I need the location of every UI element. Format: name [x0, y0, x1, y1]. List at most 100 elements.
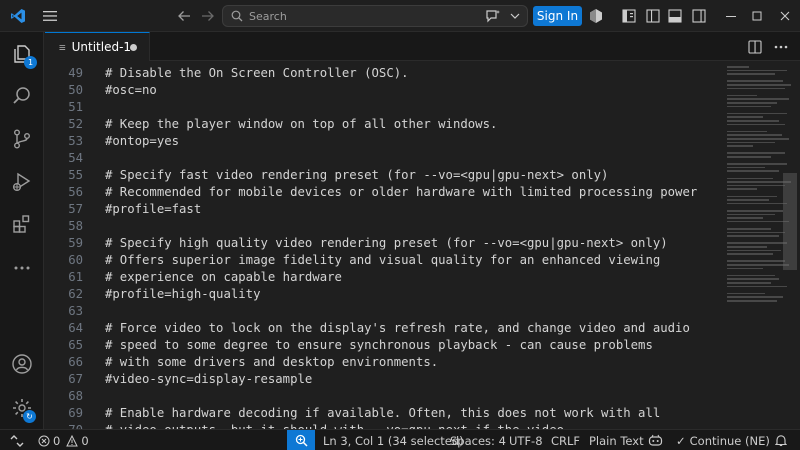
line-ending-status[interactable]: CRLF: [551, 430, 580, 450]
code-line[interactable]: 64 # Force video to lock on the display's…: [45, 320, 717, 337]
code-line[interactable]: 70 # video outputs, but it should with --…: [45, 422, 717, 429]
chevron-down-icon[interactable]: [506, 0, 524, 32]
line-number: 53: [68, 134, 83, 148]
code-line[interactable]: 69 # Enable hardware decoding if availabl…: [45, 405, 717, 422]
explorer-icon[interactable]: 1: [0, 34, 44, 74]
minimap-line: [727, 166, 765, 169]
code-line[interactable]: 52 # Keep the player window on top of all…: [45, 116, 717, 133]
line-text[interactable]: # speed to some degree to ensure synchro…: [105, 337, 653, 354]
line-text[interactable]: # Offers superior image fidelity and vis…: [105, 252, 660, 269]
line-number: 62: [68, 287, 83, 301]
code-line[interactable]: 54: [45, 150, 717, 167]
split-editor-icon[interactable]: [743, 32, 767, 61]
minimap-line: [727, 235, 779, 237]
extensions-icon[interactable]: [0, 204, 44, 244]
minimap-line: [727, 130, 767, 133]
menu-icon[interactable]: [36, 0, 64, 32]
continue-status[interactable]: ✓ Continue (NE): [676, 430, 770, 450]
minimap[interactable]: [717, 62, 800, 429]
sign-in-button[interactable]: Sign In: [533, 6, 582, 26]
zoom-magnifier-icon[interactable]: [287, 430, 315, 450]
chat-icon[interactable]: [482, 0, 504, 32]
code-line[interactable]: 55 # Specify fast video rendering preset …: [45, 167, 717, 184]
line-text[interactable]: # Disable the On Screen Controller (OSC)…: [105, 65, 409, 82]
copilot-status-icon[interactable]: [648, 430, 663, 450]
code-line[interactable]: 50 #osc=no: [45, 82, 717, 99]
line-number: 70: [45, 422, 83, 429]
code-line[interactable]: 57 #profile=fast: [45, 201, 717, 218]
accounts-icon[interactable]: [0, 344, 44, 384]
code-line[interactable]: 56 # Recommended for mobile devices or ol…: [45, 184, 717, 201]
minimap-line: [727, 296, 783, 298]
line-text[interactable]: # experience on capable hardware: [105, 269, 342, 286]
line-text[interactable]: # Keep the player window on top of all o…: [105, 116, 497, 133]
line-text[interactable]: # video outputs, but it should with --vo…: [105, 422, 564, 429]
remote-indicator-icon[interactable]: [0, 430, 34, 450]
line-number: 61: [68, 270, 83, 284]
more-actions-icon[interactable]: [769, 32, 793, 61]
code-line[interactable]: 53 #ontop=yes: [45, 133, 717, 150]
line-number: 69: [68, 406, 83, 420]
toggle-primary-sidebar-icon[interactable]: [642, 0, 664, 32]
encoding-status[interactable]: UTF-8: [509, 430, 543, 450]
minimap-line: [727, 217, 763, 219]
line-text[interactable]: #profile=fast: [105, 201, 201, 218]
back-arrow-icon[interactable]: [172, 0, 196, 32]
code-line[interactable]: 68: [45, 388, 717, 405]
minimap-line: [727, 231, 785, 234]
code-line[interactable]: 59 # Specify high quality video rendering…: [45, 235, 717, 252]
source-control-icon[interactable]: [0, 119, 44, 159]
line-text[interactable]: #ontop=yes: [105, 133, 179, 150]
code-line[interactable]: 65 # speed to some degree to ensure synch…: [45, 337, 717, 354]
manage-gear-icon[interactable]: ↻: [0, 388, 44, 428]
line-number: 59: [68, 236, 83, 250]
more-icon[interactable]: [0, 248, 44, 288]
code-line[interactable]: 61 # experience on capable hardware: [45, 269, 717, 286]
language-mode-status[interactable]: Plain Text: [589, 430, 644, 450]
editor-area[interactable]: 49 # Disable the On Screen Controller (OS…: [45, 62, 717, 429]
code-line[interactable]: 58: [45, 218, 717, 235]
line-text[interactable]: # Force video to lock on the display's r…: [105, 320, 690, 337]
line-text[interactable]: # with some drivers and desktop environm…: [105, 354, 438, 371]
code-line[interactable]: 49 # Disable the On Screen Controller (OS…: [45, 65, 717, 82]
code-line[interactable]: 62 #profile=high-quality: [45, 286, 717, 303]
line-text[interactable]: # Recommended for mobile devices or olde…: [105, 184, 697, 201]
cursor-position[interactable]: Ln 3, Col 1 (34 selected): [323, 430, 464, 450]
run-and-debug-icon[interactable]: [0, 162, 44, 202]
line-text[interactable]: #profile=high-quality: [105, 286, 260, 303]
line-text[interactable]: # Enable hardware decoding if available.…: [105, 405, 660, 422]
tab-untitled-1[interactable]: ≡ Untitled-1: [45, 32, 150, 61]
code-line[interactable]: 60 # Offers superior image fidelity and v…: [45, 252, 717, 269]
close-icon[interactable]: [772, 0, 798, 32]
search-icon: [231, 10, 243, 22]
notifications-bell-icon[interactable]: [775, 430, 787, 450]
line-text[interactable]: # Specify high quality video rendering p…: [105, 235, 668, 252]
minimap-line: [727, 116, 763, 118]
line-text[interactable]: # Specify fast video rendering preset (f…: [105, 167, 608, 184]
minimize-icon[interactable]: [718, 0, 744, 32]
line-number: 58: [68, 219, 83, 233]
minimap-line: [727, 98, 789, 100]
unsaved-dot-icon[interactable]: [130, 44, 137, 51]
toggle-secondary-sidebar-icon[interactable]: [688, 0, 710, 32]
code-line[interactable]: 67 #video-sync=display-resample: [45, 371, 717, 388]
toggle-panel-icon[interactable]: [664, 0, 686, 32]
minimap-line: [727, 141, 775, 144]
maximize-icon[interactable]: [744, 0, 770, 32]
problems-status[interactable]: 0 0: [38, 430, 89, 450]
forward-arrow-icon[interactable]: [196, 0, 220, 32]
code-line[interactable]: 66 # with some drivers and desktop enviro…: [45, 354, 717, 371]
indentation-status[interactable]: Spaces: 4: [450, 430, 506, 450]
line-text[interactable]: #video-sync=display-resample: [105, 371, 312, 388]
customize-layout-icon[interactable]: [618, 0, 640, 32]
code-line[interactable]: 51: [45, 99, 717, 116]
minimap-line: [727, 145, 753, 147]
code-line[interactable]: 63: [45, 303, 717, 320]
minimap-line: [727, 195, 777, 198]
line-text[interactable]: #osc=no: [105, 82, 157, 99]
continue-label: Continue (NE): [689, 433, 770, 448]
minimap-line: [727, 112, 787, 115]
line-number: 55: [68, 168, 83, 182]
copilot-icon[interactable]: [585, 0, 607, 32]
search-icon[interactable]: [0, 76, 44, 116]
